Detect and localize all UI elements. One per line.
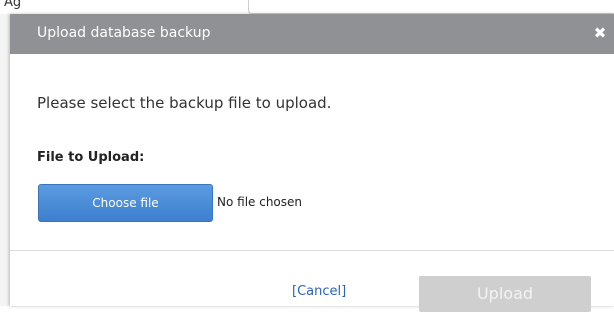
background-page-text: Ag [0,0,248,14]
dialog-footer: [Cancel] Upload [10,251,614,312]
no-file-chosen-text: No file chosen [217,195,303,209]
background-partial-text: Ag [4,0,22,10]
file-to-upload-label: File to Upload: [37,150,145,165]
dialog-title: Upload database backup [37,25,211,41]
upload-button[interactable]: Upload [419,276,591,312]
background-tab [248,0,614,14]
upload-dialog: Upload database backup ✖ Please select t… [10,14,614,312]
close-icon[interactable]: ✖ [593,24,607,42]
choose-file-button[interactable]: Choose file [38,184,213,222]
cancel-link[interactable]: [Cancel] [292,284,346,299]
dialog-instructions: Please select the backup file to upload. [37,94,332,112]
dialog-titlebar: Upload database backup ✖ [10,14,614,54]
